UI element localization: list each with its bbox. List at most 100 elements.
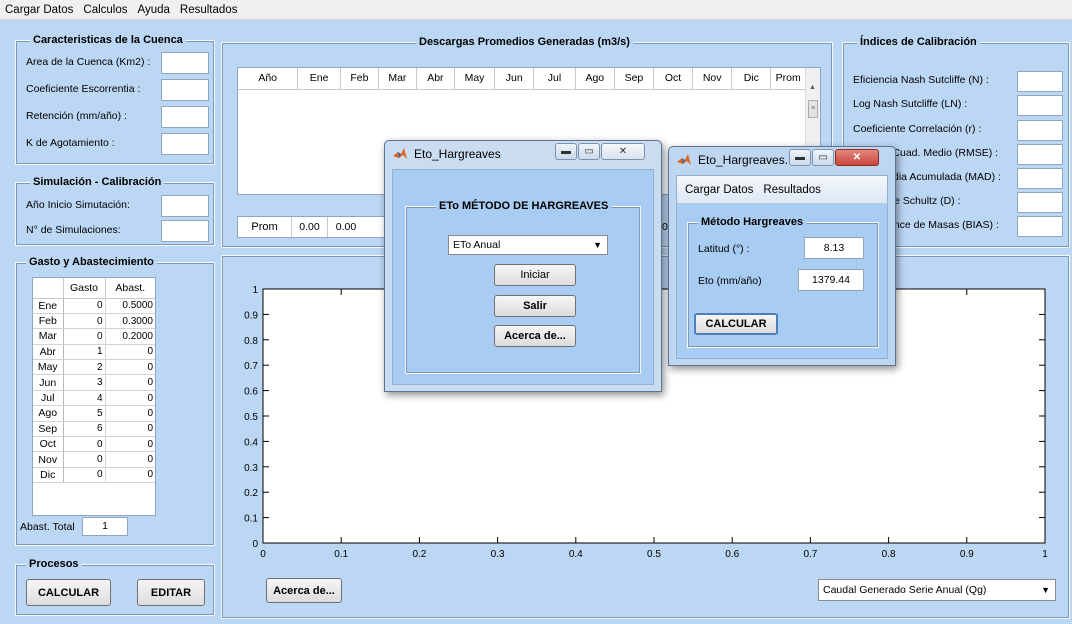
indice-input[interactable]	[1017, 95, 1063, 116]
acerca-de-button[interactable]: Acerca de...	[494, 325, 576, 347]
abast-total-input[interactable]: 1	[82, 517, 128, 536]
descargas-col-header: May	[454, 68, 496, 90]
salir-button[interactable]: Salir	[494, 295, 576, 317]
minimize-icon[interactable]: ▬	[789, 149, 811, 166]
abast-cell[interactable]: 0	[105, 374, 155, 391]
y-tick-label: 0.3	[244, 463, 258, 474]
eto-window-2-content: Cargar Datos Resultados Método Hargreave…	[676, 175, 888, 359]
table-row: Abr 1 0	[33, 344, 155, 361]
close-icon[interactable]: ✕	[835, 149, 879, 166]
scroll-thumb[interactable]: ≡	[808, 100, 818, 118]
y-tick-label: 0.6	[244, 387, 258, 398]
gasto-cell[interactable]: 2	[63, 359, 106, 376]
indice-input[interactable]	[1017, 144, 1063, 165]
gasto-cell[interactable]: 1	[63, 344, 106, 361]
menu-calculos[interactable]: Calculos	[78, 0, 132, 20]
eto-group-title: ETo MÉTODO DE HARGREAVES	[436, 199, 612, 213]
abast-cell[interactable]: 0	[105, 344, 155, 361]
abast-cell[interactable]: 0	[105, 359, 155, 376]
gasto-cell[interactable]: 0	[63, 436, 106, 453]
eto-window-1-title: Eto_Hargreaves	[414, 147, 501, 161]
table-row: Sep 6 0	[33, 421, 155, 438]
abast-cell[interactable]: 0	[105, 436, 155, 453]
win2-menu-resultados[interactable]: Resultados	[758, 184, 826, 196]
indice-input[interactable]	[1017, 71, 1063, 92]
close-icon[interactable]: ✕	[601, 143, 645, 160]
gasto-corner	[33, 278, 64, 299]
indice-input[interactable]	[1017, 120, 1063, 141]
maximize-icon[interactable]: ▭	[812, 149, 834, 166]
gasto-cell[interactable]: 0	[63, 451, 106, 468]
abast-cell[interactable]: 0	[105, 451, 155, 468]
anio-inicio-input[interactable]	[161, 195, 209, 217]
gasto-cell[interactable]: 0	[63, 328, 106, 345]
abast-col-header: Abast.	[105, 278, 155, 299]
month-label: May	[33, 359, 64, 376]
escorrentia-input[interactable]	[161, 79, 209, 101]
month-label: Feb	[33, 313, 64, 330]
abast-cell[interactable]: 0	[105, 467, 155, 484]
descargas-col-header: Dic	[731, 68, 772, 90]
gasto-cell[interactable]: 4	[63, 390, 106, 407]
iniciar-button[interactable]: Iniciar	[494, 264, 576, 286]
indice-input[interactable]	[1017, 192, 1063, 213]
x-tick-label: 0.4	[569, 549, 583, 560]
table-row: Nov 0 0	[33, 451, 155, 468]
menu-bar: Cargar Datos Calculos Ayuda Resultados	[0, 0, 1072, 20]
indice-label: Eficiencia Nash Sutcliffe (N) :	[853, 74, 989, 86]
minimize-icon[interactable]: ▬	[555, 143, 577, 160]
abast-cell[interactable]: 0	[105, 390, 155, 407]
x-tick-label: 0.3	[491, 549, 505, 560]
table-row: May 2 0	[33, 359, 155, 376]
serie-select[interactable]: Caudal Generado Serie Anual (Qg) ▼	[818, 579, 1056, 601]
descargas-col-header: Prom	[770, 68, 806, 90]
chevron-down-icon[interactable]: ▼	[1041, 585, 1050, 595]
maximize-icon[interactable]: ▭	[578, 143, 600, 160]
win2-menu-cargar[interactable]: Cargar Datos	[677, 184, 758, 196]
indice-input[interactable]	[1017, 168, 1063, 189]
abast-cell[interactable]: 0.5000	[105, 298, 155, 314]
gasto-cell[interactable]: 6	[63, 421, 106, 438]
x-tick-label: 0.7	[803, 549, 817, 560]
hargreaves-calcular-button[interactable]: CALCULAR	[694, 313, 778, 335]
matlab-icon	[392, 146, 408, 162]
agotamiento-input[interactable]	[161, 133, 209, 155]
menu-cargar-datos[interactable]: Cargar Datos	[0, 0, 78, 20]
chevron-down-icon[interactable]: ▼	[593, 240, 602, 250]
abast-cell[interactable]: 0.2000	[105, 328, 155, 345]
agotamiento-label: K de Agotamiento :	[26, 137, 115, 149]
menu-ayuda[interactable]: Ayuda	[133, 0, 175, 20]
month-label: Jun	[33, 374, 64, 391]
scroll-up-icon[interactable]: ▲	[809, 84, 816, 91]
abast-cell[interactable]: 0.3000	[105, 313, 155, 330]
gasto-cell[interactable]: 5	[63, 405, 106, 422]
x-tick-label: 1	[1042, 549, 1048, 560]
indice-label: Log Nash Sutcliffe (LN) :	[853, 98, 968, 110]
y-tick-label: 0.1	[244, 514, 258, 525]
x-tick-label: 0.5	[647, 549, 661, 560]
gasto-cell[interactable]: 0	[63, 298, 106, 314]
num-simulaciones-input[interactable]	[161, 220, 209, 242]
y-tick-label: 0.4	[244, 437, 258, 448]
gasto-cell[interactable]: 3	[63, 374, 106, 391]
gasto-cell[interactable]: 0	[63, 467, 106, 484]
indice-label: r Cuad. Medio (RMSE) :	[886, 147, 999, 159]
menu-resultados[interactable]: Resultados	[175, 0, 243, 20]
area-input[interactable]	[161, 52, 209, 74]
abast-cell[interactable]: 0	[105, 421, 155, 438]
editar-button[interactable]: EDITAR	[137, 579, 205, 606]
retencion-input[interactable]	[161, 106, 209, 128]
indice-input[interactable]	[1017, 216, 1063, 237]
eto-output[interactable]: 1379.44	[798, 269, 864, 291]
eto-type-value: ETo Anual	[453, 239, 501, 251]
descargas-col-header: Feb	[340, 68, 379, 90]
abast-cell[interactable]: 0	[105, 405, 155, 422]
x-tick-label: 0	[260, 549, 266, 560]
latitud-input[interactable]: 8.13	[804, 237, 864, 259]
acerca-button[interactable]: Acerca de...	[266, 578, 342, 603]
gasto-cell[interactable]: 0	[63, 313, 106, 330]
eto-type-select[interactable]: ETo Anual ▼	[448, 235, 608, 255]
gasto-table[interactable]: Gasto Abast. Ene 0 0.5000 Feb 0 0.3000 Mar 0 0.2…	[32, 277, 156, 516]
month-label: Abr	[33, 344, 64, 361]
calcular-button[interactable]: CALCULAR	[26, 579, 111, 606]
